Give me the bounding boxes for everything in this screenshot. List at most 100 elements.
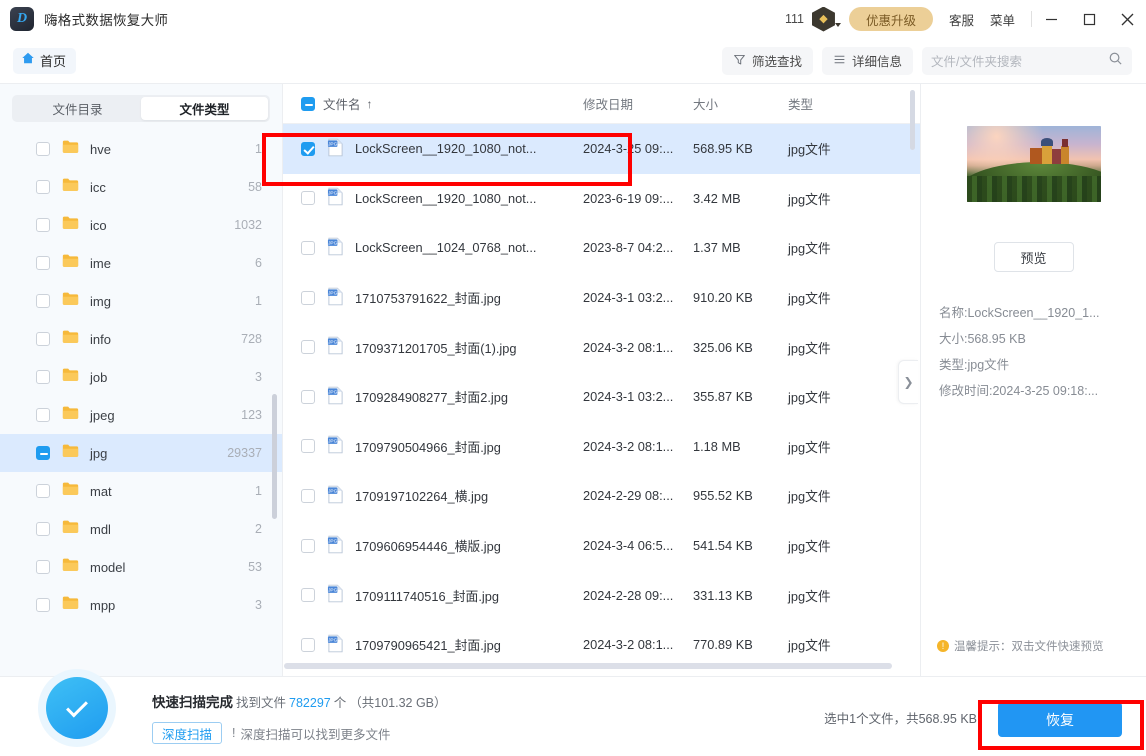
details-button[interactable]: 详细信息 [821,46,913,75]
folder-icon [62,139,79,159]
sidebar-item-icc[interactable]: icc 58 [0,168,282,206]
row-checkbox[interactable] [301,240,315,255]
file-list-body: JPG LockScreen__1920_1080_not... 2024-3-25… [283,124,920,670]
item-checkbox[interactable] [36,332,50,346]
found-prefix: 找到文件 [236,696,287,710]
folder-icon [62,405,79,425]
file-list-horizontal-scrollbar[interactable] [284,663,892,669]
table-row[interactable]: JPG 1709790504966_封面.jpg 2024-3-2 08:1... 1… [283,422,920,472]
scan-status-title: 快速扫描完成 [152,695,233,710]
preview-tip-text: 温馨提示：双击文件快速预览 [954,641,1104,653]
column-header-type[interactable]: 类型 [788,94,878,113]
sidebar-item-mat[interactable]: mat 1 [0,472,282,510]
row-checkbox[interactable] [301,588,315,603]
menu-link[interactable]: 菜单 [990,10,1015,29]
item-checkbox[interactable] [36,180,50,194]
row-checkbox[interactable] [301,340,315,355]
sidebar-item-ime[interactable]: ime 6 [0,244,282,282]
deep-scan-button[interactable]: 深度扫描 [152,722,223,744]
file-name: 1709371201705_封面(1).jpg [355,340,517,356]
row-checkbox[interactable] [301,488,315,503]
table-row[interactable]: JPG 1709606954446_横版.jpg 2024-3-4 06:5... 5… [283,521,920,571]
table-row[interactable]: JPG 1709111740516_封面.jpg 2024-2-28 09:... 3… [283,570,920,620]
preview-thumbnail [966,126,1101,202]
sidebar-item-jpg[interactable]: jpg 29337 [0,434,282,472]
item-checkbox[interactable] [36,522,50,536]
support-link[interactable]: 客服 [949,10,974,29]
column-header-date[interactable]: 修改日期 [583,94,693,113]
jpg-file-icon: JPG [327,535,344,557]
metadata-line: 大小:568.95 KB [939,332,1026,346]
sidebar-tab-filetype[interactable]: 文件类型 [141,97,268,120]
row-checkbox[interactable] [301,389,315,404]
sidebar-item-ico[interactable]: ico 1032 [0,206,282,244]
sidebar-item-model[interactable]: model 53 [0,548,282,586]
minimize-icon[interactable] [1032,0,1070,38]
info-icon: ! [937,640,949,652]
sidebar-item-count: 1 [255,484,262,498]
search-icon[interactable] [1108,51,1123,71]
sidebar-item-jpeg[interactable]: jpeg 123 [0,396,282,434]
file-name: 1709197102264_横.jpg [355,489,489,505]
upgrade-button[interactable]: 优惠升级 [848,7,933,31]
chevron-right-icon[interactable]: ❯ [898,360,918,404]
preview-button[interactable]: 预览 [993,242,1074,272]
row-checkbox[interactable] [301,637,315,652]
item-checkbox[interactable] [36,256,50,270]
item-checkbox[interactable] [36,218,50,232]
table-row[interactable]: JPG 1710753791622_封面.jpg 2024-3-1 03:2... 9… [283,273,920,323]
svg-text:JPG: JPG [328,389,338,395]
file-list-vertical-scrollbar[interactable] [910,90,915,150]
table-row[interactable]: JPG LockScreen__1024_0768_not... 2023-8-7 … [283,223,920,273]
item-checkbox[interactable] [36,446,50,460]
item-checkbox[interactable] [36,560,50,574]
file-type: jpg文件 [788,390,831,406]
item-checkbox[interactable] [36,598,50,612]
column-header-size[interactable]: 大小 [693,94,788,113]
table-row[interactable]: JPG 1709371201705_封面(1).jpg 2024-3-2 08:1.… [283,322,920,372]
sidebar-tab-directory[interactable]: 文件目录 [14,97,141,120]
file-date: 2023-6-19 09:... [583,190,674,206]
gem-icon[interactable]: ◆ [811,6,841,32]
sidebar-item-mdl[interactable]: mdl 2 [0,510,282,548]
sidebar-item-mpp[interactable]: mpp 3 [0,586,282,624]
item-checkbox[interactable] [36,142,50,156]
sort-ascending-icon[interactable]: ↑ [367,97,373,111]
row-checkbox[interactable] [301,191,315,206]
maximize-icon[interactable] [1070,0,1108,38]
item-checkbox[interactable] [36,294,50,308]
file-name: 1710753791622_封面.jpg [355,291,501,307]
row-checkbox[interactable] [301,538,315,553]
item-checkbox[interactable] [36,370,50,384]
preview-tip: ! 温馨提示：双击文件快速预览 [937,638,1104,654]
sidebar-item-label: mpp [90,597,116,613]
table-row[interactable]: JPG LockScreen__1920_1080_not... 2023-6-19… [283,174,920,224]
sidebar-scrollbar[interactable] [272,394,277,519]
recover-button[interactable]: 恢复 [998,702,1122,737]
jpg-file-icon: JPG [327,138,344,160]
row-checkbox[interactable] [301,439,315,454]
sidebar-item-hve[interactable]: hve 1 [0,130,282,168]
row-checkbox[interactable] [301,290,315,305]
home-tab[interactable]: 首页 [13,47,77,74]
item-checkbox[interactable] [36,408,50,422]
filter-button[interactable]: 筛选查找 [721,46,813,75]
file-type: jpg文件 [788,539,831,555]
file-name: 1709284908277_封面2.jpg [355,390,508,406]
sidebar-item-job[interactable]: job 3 [0,358,282,396]
column-header-name[interactable]: 文件名 ↑ [283,94,583,113]
table-row[interactable]: JPG LockScreen__1920_1080_not... 2024-3-25… [283,124,920,174]
select-all-checkbox[interactable] [301,96,315,111]
close-icon[interactable] [1108,0,1146,38]
sub-header-tools: 筛选查找 详细信息 文件/文件夹搜索 [721,46,1132,75]
table-row[interactable]: JPG 1709197102264_横.jpg 2024-2-29 08:... 95… [283,471,920,521]
folder-icon [62,329,79,349]
sidebar-item-info[interactable]: info 728 [0,320,282,358]
jpg-file-icon: JPG [327,584,344,606]
item-checkbox[interactable] [36,484,50,498]
sidebar-item-label: mat [90,483,112,499]
table-row[interactable]: JPG 1709284908277_封面2.jpg 2024-3-1 03:2...… [283,372,920,422]
row-checkbox[interactable] [301,141,315,156]
sidebar-item-img[interactable]: img 1 [0,282,282,320]
search-input[interactable]: 文件/文件夹搜索 [922,46,1132,75]
